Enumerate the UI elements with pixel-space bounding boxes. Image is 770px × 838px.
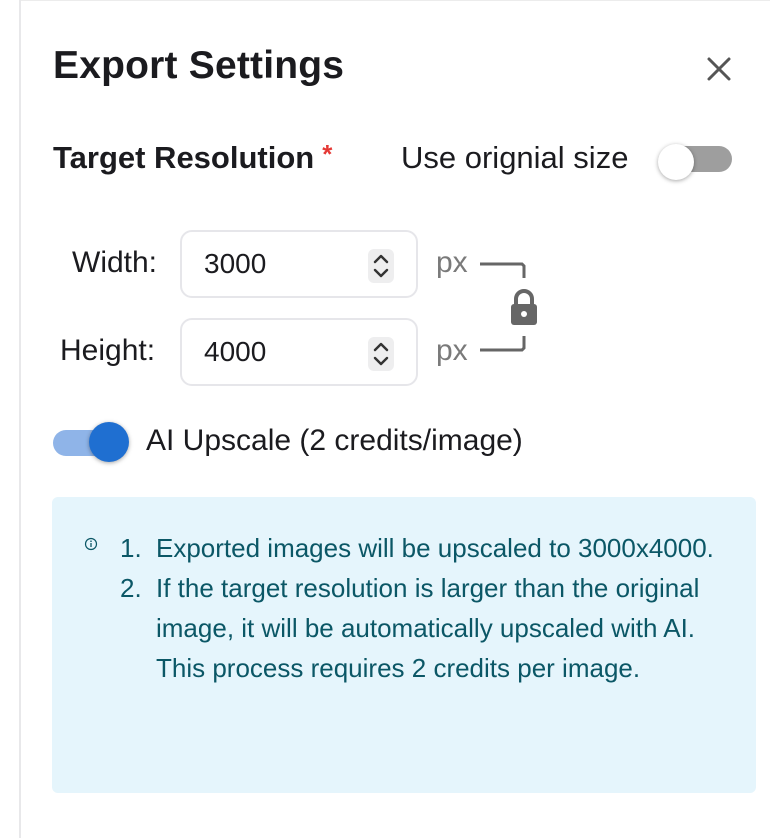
info-item-text: Exported images will be upscaled to 3000… [156,533,714,563]
toggle-thumb [89,422,129,462]
target-resolution-label: Target Resolution * [53,139,333,176]
chevron-up-down-icon [373,254,389,278]
use-original-size-toggle[interactable] [658,144,733,180]
panel-left-border [19,0,21,838]
height-input[interactable] [204,335,354,369]
target-resolution-text: Target Resolution [53,140,315,175]
aspect-lock-button[interactable] [507,288,541,328]
info-circle-icon [84,537,98,551]
use-original-size-label: Use orignial size [401,140,629,175]
width-input[interactable] [204,247,354,281]
width-stepper[interactable] [368,249,394,283]
height-unit: px [436,334,468,367]
info-item: 1. Exported images will be upscaled to 3… [120,528,720,568]
width-field [180,230,418,298]
toggle-thumb [658,144,694,180]
lock-icon [511,289,537,325]
required-asterisk: * [322,139,333,169]
info-item-number: 1. [120,533,142,563]
ai-upscale-toggle[interactable] [53,422,131,464]
info-item: 2. If the target resolution is larger th… [120,568,720,688]
info-item-text: If the target resolution is larger than … [156,573,700,683]
width-unit: px [436,246,468,279]
panel-top-border [21,0,770,1]
width-label: Width: [72,246,158,279]
ai-upscale-label: AI Upscale (2 credits/image) [146,424,523,457]
info-list: 1. Exported images will be upscaled to 3… [120,528,720,688]
close-icon [707,57,731,81]
info-item-number: 2. [120,573,142,603]
height-label: Height: [60,334,156,367]
dialog-title: Export Settings [53,44,345,87]
chevron-up-down-icon [373,342,389,366]
height-field [180,318,418,386]
height-stepper[interactable] [368,337,394,371]
close-button[interactable] [700,50,738,88]
